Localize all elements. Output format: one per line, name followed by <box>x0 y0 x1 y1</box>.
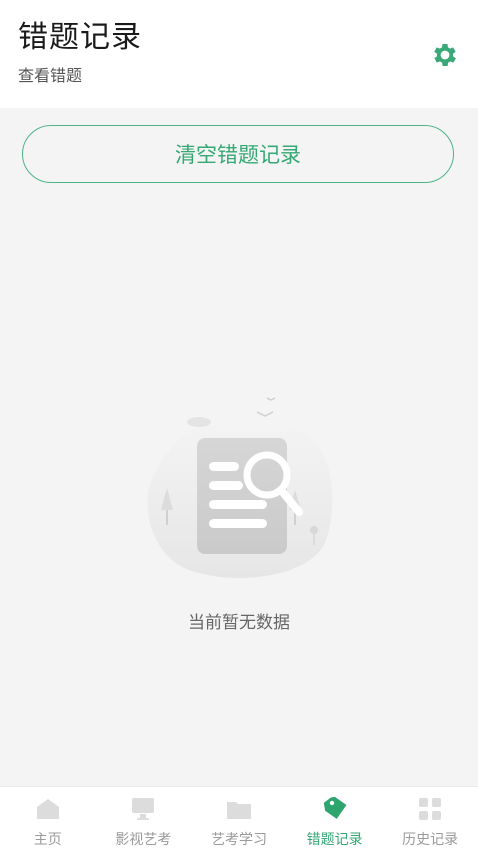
tag-icon <box>323 796 347 819</box>
tab-home[interactable]: 主页 <box>0 787 96 851</box>
monitor-icon <box>132 798 155 820</box>
page-header: 错题记录 查看错题 <box>0 0 478 108</box>
tab-history[interactable]: 历史记录 <box>382 787 478 851</box>
tab-label: 错题记录 <box>306 832 363 848</box>
clear-wrong-records-button[interactable]: 清空错题记录 <box>22 125 454 183</box>
tab-wrong-records[interactable]: 错题记录 <box>287 787 383 851</box>
tab-label: 主页 <box>33 832 62 848</box>
bottom-tab-bar: 主页 影视艺考 艺考学习 错题记录 历史记录 <box>0 786 478 851</box>
empty-document-search-icon <box>147 397 333 578</box>
tab-label: 历史记录 <box>402 832 459 848</box>
tab-film-art-exam[interactable]: 影视艺考 <box>96 787 192 851</box>
folder-icon <box>226 802 251 819</box>
tab-label: 艺考学习 <box>210 832 267 848</box>
empty-state-text: 当前暂无数据 <box>188 613 290 633</box>
home-icon <box>36 799 59 819</box>
page-title: 错题记录 <box>18 20 142 55</box>
tab-label: 影视艺考 <box>115 832 172 848</box>
grid-icon <box>419 798 442 820</box>
page-subtitle: 查看错题 <box>18 66 83 85</box>
tab-art-exam-study[interactable]: 艺考学习 <box>191 787 287 851</box>
gear-icon[interactable] <box>430 40 460 70</box>
